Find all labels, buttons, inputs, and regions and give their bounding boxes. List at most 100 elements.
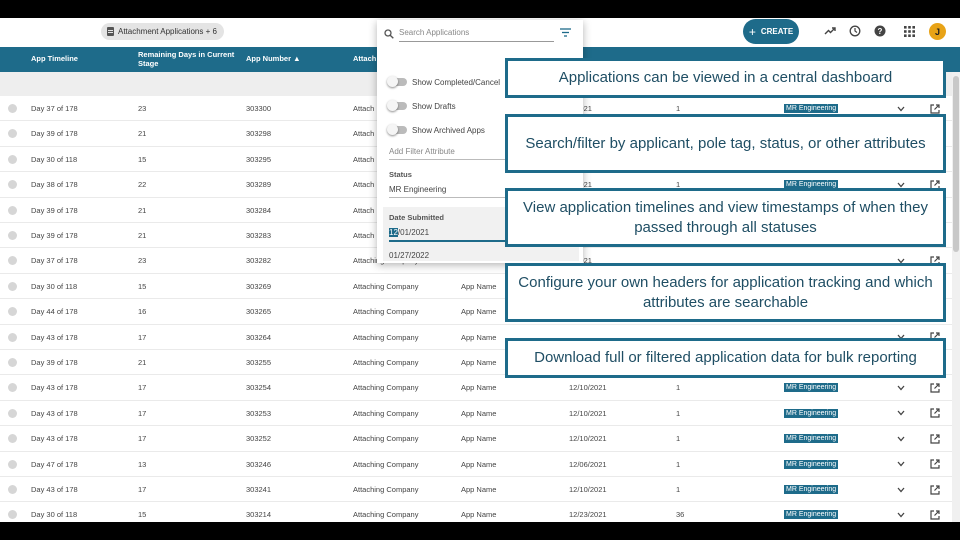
app-number-cell: 303269 (246, 281, 272, 291)
table-row[interactable]: Day 43 of 178 17 303241 Attaching Company Ap… (0, 477, 952, 503)
scrollbar-thumb[interactable] (953, 76, 959, 252)
attaching-company-cell: Attach (353, 104, 375, 113)
status-filter-value[interactable]: MR Engineering (389, 185, 446, 194)
app-timeline-cell: Day 43 of 178 (31, 434, 78, 444)
app-number-cell: 303253 (246, 408, 272, 418)
create-button-label: CREATE (760, 27, 794, 36)
remaining-days-cell: 17 (138, 485, 147, 494)
open-in-new-icon[interactable] (930, 426, 940, 451)
column-header-app-number[interactable]: App Number ▲ (246, 47, 301, 72)
date-submitted-cell: 12/23/2021 (569, 510, 607, 520)
app-timeline-cell: Day 39 of 178 (31, 358, 78, 367)
status-cell: MR Engineering (784, 426, 839, 451)
attaching-company-cell: Attach (353, 180, 375, 190)
row-status-dot (8, 281, 17, 291)
search-bar[interactable]: Search Applications (384, 26, 576, 42)
app-number-cell: 303295 (246, 154, 272, 164)
row-status-dot (8, 231, 17, 240)
app-name-cell: App Name (461, 485, 497, 494)
letterbox-bottom (0, 522, 960, 540)
open-in-new-icon[interactable] (930, 502, 940, 522)
toggle-show-drafts[interactable]: Show Drafts (387, 99, 456, 113)
row-status-dot (8, 434, 17, 444)
row-status-dot (8, 307, 17, 317)
pole-count-cell: 1 (676, 408, 681, 418)
app-number-cell: 303214 (246, 510, 272, 520)
table-row[interactable]: Day 47 of 178 13 303246 Attaching Company Ap… (0, 452, 952, 477)
app-timeline-cell: Day 30 of 118 (31, 281, 78, 291)
filter-icon[interactable] (560, 28, 571, 37)
app-timeline-cell: Day 43 of 178 (31, 332, 78, 342)
expand-chevron-icon[interactable] (897, 452, 905, 477)
column-header-remaining-days[interactable]: Remaining Days in Current Stage (138, 47, 238, 72)
date-to-input[interactable]: 01/27/2022 (389, 251, 429, 260)
status-filter-label: Status (389, 170, 412, 179)
status-cell: MR Engineering (784, 452, 839, 477)
expand-chevron-icon[interactable] (897, 477, 905, 502)
status-badge: MR Engineering (784, 459, 839, 469)
expand-chevron-icon[interactable] (897, 375, 905, 400)
table-row[interactable]: Day 43 of 178 17 303253 Attaching Company Ap… (0, 401, 952, 427)
apps-grid-icon[interactable] (902, 24, 916, 38)
app-timeline-cell: Day 30 of 118 (31, 510, 78, 520)
callout-timelines: View application timelines and view time… (505, 188, 946, 247)
history-clock-icon[interactable] (848, 24, 862, 38)
user-avatar[interactable]: J (929, 23, 946, 40)
search-input[interactable]: Search Applications (399, 28, 469, 37)
vertical-scrollbar[interactable] (952, 72, 960, 522)
callout-download-data: Download full or filtered application da… (505, 338, 946, 378)
pole-count-cell: 1 (676, 485, 681, 494)
app-timeline-cell: Day 38 of 178 (31, 180, 78, 190)
pole-count-cell: 36 (676, 510, 685, 520)
status-badge: MR Engineering (784, 104, 839, 113)
row-status-dot (8, 358, 17, 367)
app-number-cell: 303283 (246, 231, 272, 240)
table-row[interactable]: Day 30 of 118 15 303214 Attaching Company Ap… (0, 502, 952, 522)
attaching-company-cell: Attach (353, 129, 375, 139)
app-name-cell: App Name (461, 332, 497, 342)
column-header-attaching-company[interactable]: Attach (353, 47, 376, 72)
app-timeline-cell: Day 43 of 178 (31, 383, 78, 393)
app-name-cell: App Name (461, 383, 497, 393)
date-from-rest: /01/2021 (397, 228, 430, 237)
expand-chevron-icon[interactable] (897, 401, 905, 426)
app-timeline-cell: Day 39 of 178 (31, 129, 78, 139)
remaining-days-cell: 13 (138, 459, 147, 469)
status-badge: MR Engineering (784, 434, 839, 444)
expand-chevron-icon[interactable] (897, 502, 905, 522)
help-icon[interactable]: ? (873, 24, 887, 38)
row-status-dot (8, 332, 17, 342)
module-chip-label: Attachment Applications + 6 (118, 27, 217, 36)
table-row[interactable]: Day 43 of 178 17 303252 Attaching Company Ap… (0, 426, 952, 452)
add-filter-attribute-input[interactable]: Add Filter Attribute (389, 147, 455, 156)
toggle-show-archived[interactable]: Show Archived Apps (387, 123, 485, 137)
table-row[interactable]: Day 43 of 178 17 303254 Attaching Company Ap… (0, 375, 952, 401)
date-from-input[interactable]: 12/01/2021 (389, 228, 429, 237)
remaining-days-cell: 21 (138, 129, 147, 139)
remaining-days-cell: 21 (138, 231, 147, 240)
status-cell: MR Engineering (784, 401, 839, 426)
pole-count-cell: 1 (676, 459, 681, 469)
column-header-app-timeline[interactable]: App Timeline (31, 47, 78, 72)
app-number-cell: 303252 (246, 434, 272, 444)
open-in-new-icon[interactable] (930, 375, 940, 400)
remaining-days-cell: 23 (138, 104, 147, 113)
expand-chevron-icon[interactable] (897, 426, 905, 451)
callout-dashboard: Applications can be viewed in a central … (505, 58, 946, 98)
row-status-dot (8, 104, 17, 113)
trending-icon[interactable] (823, 24, 837, 38)
toggle-show-completed[interactable]: Show Completed/Cancel (387, 75, 500, 89)
toggle-switch[interactable] (387, 124, 407, 135)
attaching-company-cell: Attach (353, 154, 375, 164)
app-name-cell: App Name (461, 434, 497, 444)
app-name-cell: App Name (461, 408, 497, 418)
module-chip[interactable]: Attachment Applications + 6 (101, 23, 224, 40)
open-in-new-icon[interactable] (930, 452, 940, 477)
remaining-days-cell: 17 (138, 408, 147, 418)
toggle-switch[interactable] (387, 100, 407, 111)
toggle-switch[interactable] (387, 76, 407, 87)
create-button[interactable]: + CREATE (743, 19, 799, 44)
open-in-new-icon[interactable] (930, 477, 940, 502)
open-in-new-icon[interactable] (930, 401, 940, 426)
app-number-cell: 303265 (246, 307, 272, 317)
